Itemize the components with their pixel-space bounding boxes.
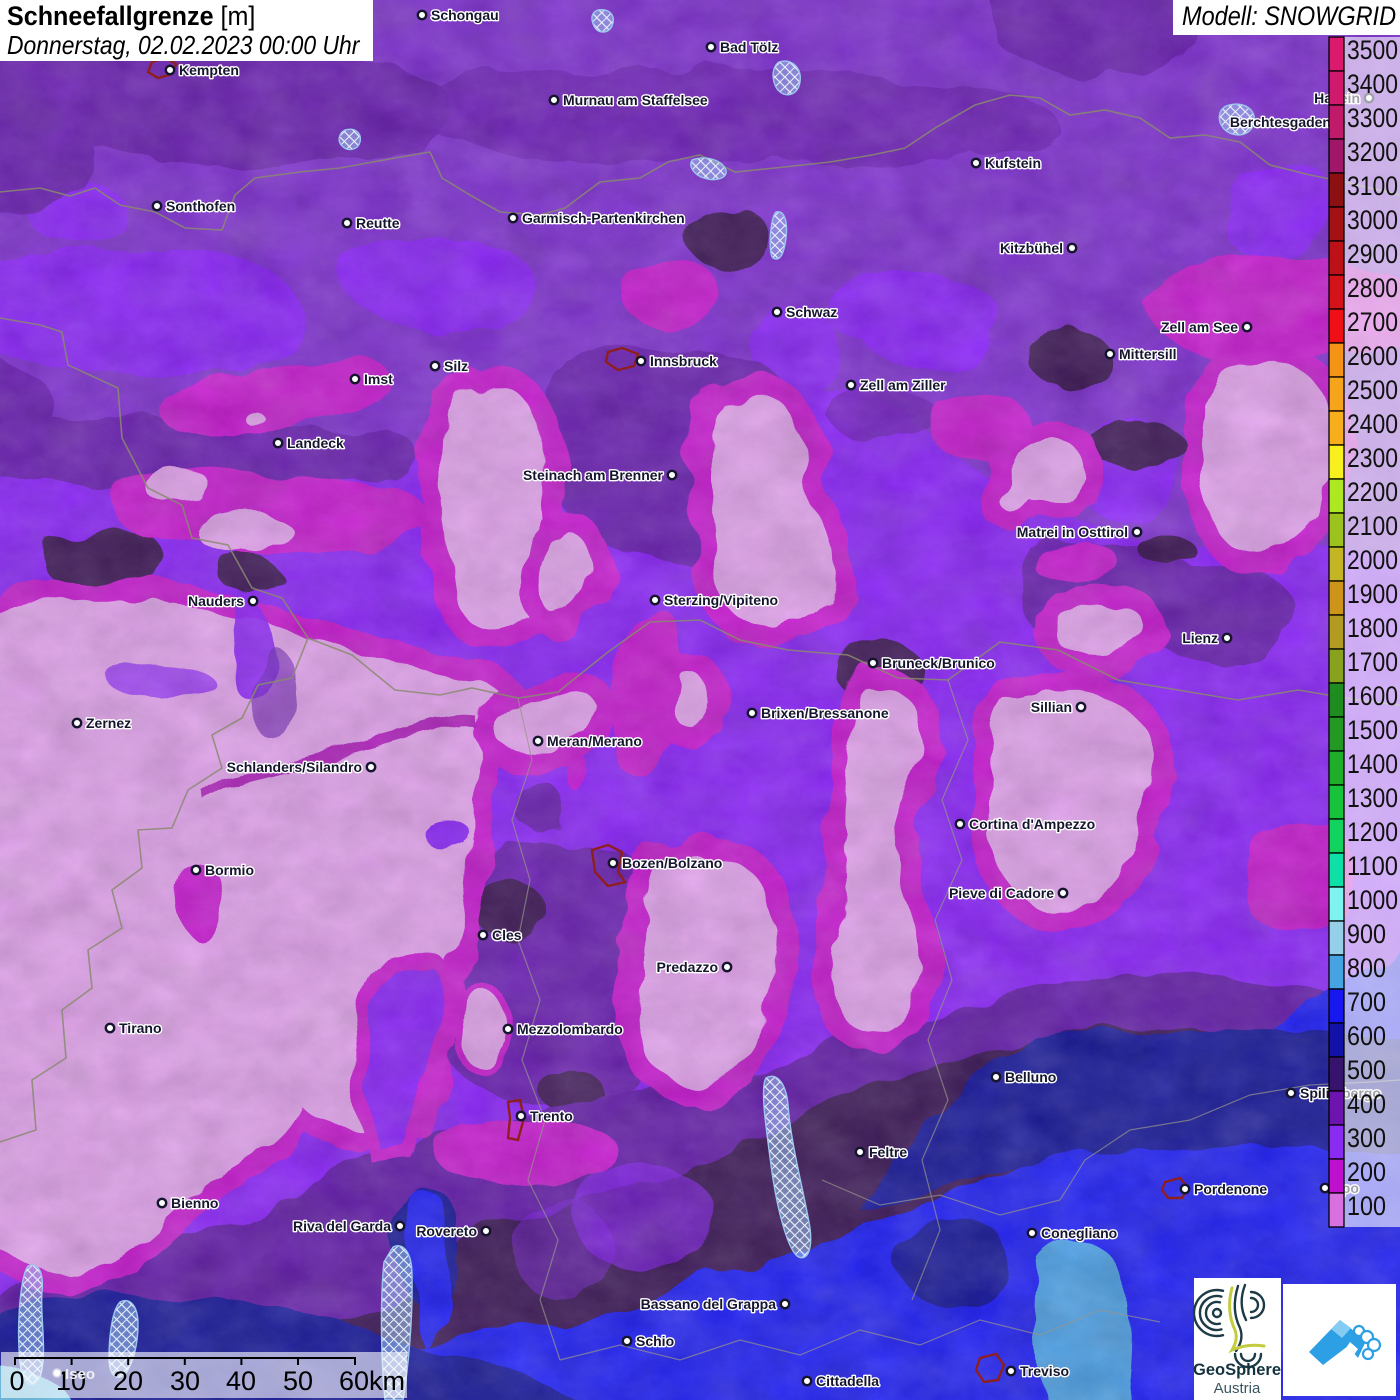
svg-text:0: 0: [9, 1366, 24, 1396]
svg-text:Reutte: Reutte: [356, 215, 400, 231]
svg-text:Kempten: Kempten: [179, 62, 239, 78]
svg-text:Bad Tölz: Bad Tölz: [720, 39, 778, 55]
svg-text:Brixen/Bressanone: Brixen/Bressanone: [761, 705, 889, 721]
svg-text:Steinach am Brenner: Steinach am Brenner: [523, 467, 664, 483]
svg-text:Mezzolombardo: Mezzolombardo: [517, 1021, 623, 1037]
svg-text:1700: 1700: [1347, 647, 1398, 677]
svg-text:30: 30: [170, 1366, 200, 1396]
svg-text:Sterzing/Vipiteno: Sterzing/Vipiteno: [664, 592, 778, 608]
svg-text:1500: 1500: [1347, 715, 1398, 745]
svg-text:2900: 2900: [1347, 239, 1398, 269]
svg-text:Sonthofen: Sonthofen: [166, 198, 235, 214]
svg-text:500: 500: [1347, 1055, 1386, 1085]
svg-text:800: 800: [1347, 953, 1386, 983]
svg-text:Cittadella: Cittadella: [816, 1373, 879, 1389]
svg-text:Sillian: Sillian: [1031, 699, 1072, 715]
svg-text:100: 100: [1347, 1191, 1386, 1221]
svg-text:700: 700: [1347, 987, 1386, 1017]
svg-text:3500: 3500: [1347, 35, 1398, 65]
svg-text:Murnau am Staffelsee: Murnau am Staffelsee: [563, 92, 708, 108]
svg-text:Matrei in Osttirol: Matrei in Osttirol: [1017, 524, 1128, 540]
svg-text:Iseo: Iseo: [65, 1366, 95, 1383]
svg-text:300: 300: [1347, 1123, 1386, 1153]
svg-text:Garmisch-Partenkirchen: Garmisch-Partenkirchen: [522, 210, 685, 226]
svg-text:Bassano del Grappa: Bassano del Grappa: [641, 1296, 777, 1312]
svg-text:1400: 1400: [1347, 749, 1398, 779]
svg-text:200: 200: [1347, 1157, 1386, 1187]
svg-text:2400: 2400: [1347, 409, 1398, 439]
svg-text:60km: 60km: [339, 1366, 405, 1396]
svg-text:Imst: Imst: [364, 371, 393, 387]
svg-text:1100: 1100: [1347, 851, 1398, 881]
svg-text:Tirano: Tirano: [119, 1020, 162, 1036]
svg-text:Schwaz: Schwaz: [786, 304, 837, 320]
svg-text:Conegliano: Conegliano: [1041, 1225, 1117, 1241]
svg-text:Trento: Trento: [530, 1108, 573, 1124]
svg-text:Bienno: Bienno: [171, 1195, 218, 1211]
svg-text:40: 40: [226, 1366, 256, 1396]
svg-text:900: 900: [1347, 919, 1386, 949]
svg-text:Zernez: Zernez: [86, 715, 131, 731]
svg-text:Pordenone: Pordenone: [1194, 1181, 1267, 1197]
svg-text:Schlanders/Silandro: Schlanders/Silandro: [227, 759, 362, 775]
svg-text:50: 50: [283, 1366, 313, 1396]
svg-text:2800: 2800: [1347, 273, 1398, 303]
svg-text:20: 20: [113, 1366, 143, 1396]
svg-text:Bormio: Bormio: [205, 862, 254, 878]
svg-text:2300: 2300: [1347, 443, 1398, 473]
svg-text:Riva del Garda: Riva del Garda: [293, 1218, 391, 1234]
svg-text:Landeck: Landeck: [287, 435, 344, 451]
svg-text:Kufstein: Kufstein: [985, 155, 1041, 171]
svg-text:1000: 1000: [1347, 885, 1398, 915]
svg-text:Nauders: Nauders: [188, 593, 244, 609]
svg-text:Cles: Cles: [492, 927, 522, 943]
svg-text:Schongau: Schongau: [431, 7, 499, 23]
svg-text:Bruneck/Brunico: Bruneck/Brunico: [882, 655, 995, 671]
svg-text:Belluno: Belluno: [1005, 1069, 1056, 1085]
svg-text:GeoSphere: GeoSphere: [1193, 1361, 1281, 1379]
svg-text:Treviso: Treviso: [1020, 1363, 1069, 1379]
svg-text:3300: 3300: [1347, 103, 1398, 133]
svg-text:600: 600: [1347, 1021, 1386, 1051]
svg-text:Silz: Silz: [444, 358, 468, 374]
svg-text:Rovereto: Rovereto: [416, 1223, 477, 1239]
svg-text:Pieve di Cadore: Pieve di Cadore: [949, 885, 1054, 901]
svg-text:2000: 2000: [1347, 545, 1398, 575]
svg-text:2200: 2200: [1347, 477, 1398, 507]
svg-text:3100: 3100: [1347, 171, 1398, 201]
svg-text:Berchtesgaden: Berchtesgaden: [1230, 114, 1331, 130]
svg-text:Lienz: Lienz: [1182, 630, 1218, 646]
svg-text:1600: 1600: [1347, 681, 1398, 711]
svg-text:Predazzo: Predazzo: [657, 959, 718, 975]
svg-text:Bozen/Bolzano: Bozen/Bolzano: [622, 855, 722, 871]
svg-text:3200: 3200: [1347, 137, 1398, 167]
svg-text:Austria: Austria: [1214, 1380, 1261, 1397]
svg-text:Schio: Schio: [636, 1333, 674, 1349]
svg-text:2100: 2100: [1347, 511, 1398, 541]
svg-text:1900: 1900: [1347, 579, 1398, 609]
svg-text:Innsbruck: Innsbruck: [650, 353, 717, 369]
svg-text:2600: 2600: [1347, 341, 1398, 371]
svg-text:Zell am See: Zell am See: [1161, 319, 1238, 335]
svg-text:Meran/Merano: Meran/Merano: [547, 733, 642, 749]
svg-text:2700: 2700: [1347, 307, 1398, 337]
svg-text:1200: 1200: [1347, 817, 1398, 847]
svg-text:3400: 3400: [1347, 69, 1398, 99]
svg-text:1800: 1800: [1347, 613, 1398, 643]
svg-text:1300: 1300: [1347, 783, 1398, 813]
svg-text:Kitzbühel: Kitzbühel: [1000, 240, 1063, 256]
svg-text:400: 400: [1347, 1089, 1386, 1119]
svg-text:2500: 2500: [1347, 375, 1398, 405]
svg-text:3000: 3000: [1347, 205, 1398, 235]
svg-text:Mittersill: Mittersill: [1119, 346, 1177, 362]
svg-text:Zell am Ziller: Zell am Ziller: [860, 377, 946, 393]
svg-text:Feltre: Feltre: [869, 1144, 907, 1160]
svg-text:Cortina d'Ampezzo: Cortina d'Ampezzo: [969, 816, 1095, 832]
